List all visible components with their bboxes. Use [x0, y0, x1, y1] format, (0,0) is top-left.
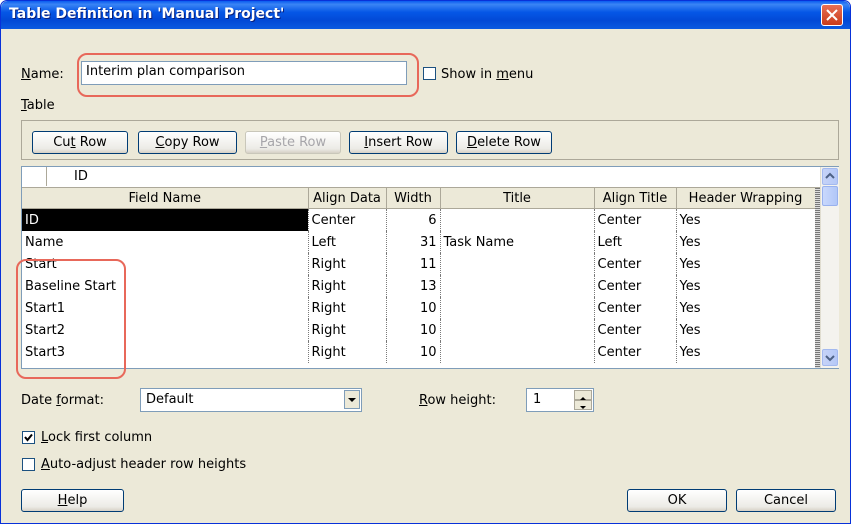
dropdown-arrow-icon [348, 398, 356, 402]
ok-button[interactable]: OK [627, 489, 727, 512]
table-row[interactable]: ID Center 6 Center Yes [22, 208, 816, 231]
field-table: Field Name Align Data Width Title Align … [22, 188, 816, 363]
auto-adjust-checkbox[interactable] [22, 458, 35, 471]
cell-edit-input[interactable] [46, 167, 818, 186]
width-cell[interactable]: 11 [386, 253, 441, 275]
align-data-cell[interactable]: Right [308, 319, 387, 341]
date-format-label: Date format: [21, 393, 104, 408]
align-title-cell[interactable]: Center [594, 208, 677, 231]
row-height-up-button[interactable] [574, 390, 592, 400]
field-name-cell[interactable]: ID [22, 208, 309, 231]
align-data-cell[interactable]: Left [308, 231, 387, 253]
title-cell[interactable] [440, 253, 595, 275]
vertical-scrollbar[interactable] [820, 167, 839, 368]
field-grid: ID Field Name Align Data Width Title Ali… [21, 166, 839, 369]
header-wrapping-cell[interactable]: Yes [676, 319, 816, 341]
chevron-down-icon [825, 355, 835, 362]
title-cell[interactable] [440, 341, 595, 363]
align-title-cell[interactable]: Center [594, 275, 677, 297]
width-cell[interactable]: 6 [386, 208, 441, 231]
row-height-label: Row height: [419, 393, 496, 408]
show-in-menu-checkbox[interactable] [423, 67, 436, 80]
width-cell[interactable]: 10 [386, 319, 441, 341]
cell-edit-value: ID [74, 169, 88, 184]
lock-first-column-label: Lock first column [41, 430, 153, 445]
align-title-cell[interactable]: Center [594, 319, 677, 341]
show-in-menu-label: Show in menu [441, 67, 534, 82]
header-wrapping-cell[interactable]: Yes [676, 275, 816, 297]
lock-first-column-checkbox[interactable] [22, 431, 35, 444]
table-row[interactable]: Baseline Start Right 13 Center Yes [22, 275, 816, 297]
align-title-cell[interactable]: Center [594, 297, 677, 319]
cancel-button[interactable]: Cancel [736, 489, 836, 512]
close-icon [826, 9, 838, 21]
column-header-align-title[interactable]: Align Title [594, 188, 677, 209]
help-button[interactable]: Help [21, 489, 124, 512]
column-header-title[interactable]: Title [440, 188, 595, 209]
align-data-cell[interactable]: Right [308, 341, 387, 363]
table-section-label: Table [21, 98, 55, 113]
header-wrapping-cell[interactable]: Yes [676, 208, 816, 231]
align-data-cell[interactable]: Right [308, 275, 387, 297]
date-format-value: Default [146, 392, 194, 407]
column-header-width[interactable]: Width [386, 188, 441, 209]
scroll-up-button[interactable] [822, 168, 838, 185]
title-cell[interactable]: Task Name [440, 231, 595, 253]
table-definition-dialog: Table Definition in 'Manual Project' Nam… [0, 0, 851, 524]
table-header-row: Field Name Align Data Width Title Align … [22, 188, 816, 209]
column-header-field-name[interactable]: Field Name [22, 188, 309, 209]
auto-adjust-label: Auto-adjust header row heights [41, 457, 247, 472]
name-label: Name: [21, 67, 64, 82]
window-title: Table Definition in 'Manual Project' [9, 6, 285, 22]
title-cell[interactable] [440, 297, 595, 319]
align-data-cell[interactable]: Right [308, 253, 387, 275]
width-cell[interactable]: 31 [386, 231, 441, 253]
row-height-down-button[interactable] [574, 400, 592, 410]
cut-row-button[interactable]: Cut Row [32, 131, 128, 154]
title-cell[interactable] [440, 208, 595, 231]
close-button[interactable] [821, 4, 843, 26]
title-cell[interactable] [440, 319, 595, 341]
header-wrapping-cell[interactable]: Yes [676, 253, 816, 275]
start-fields-highlight-annotation [16, 259, 126, 379]
cell-edit-bar: ID [22, 167, 820, 188]
table-row[interactable]: Start3 Right 10 Center Yes [22, 341, 816, 363]
checkmark-icon [24, 433, 33, 442]
scroll-thumb[interactable] [822, 186, 838, 206]
align-data-cell[interactable]: Center [308, 208, 387, 231]
align-title-cell[interactable]: Center [594, 341, 677, 363]
align-title-cell[interactable]: Center [594, 253, 677, 275]
paste-row-button[interactable]: Paste Row [245, 131, 341, 154]
date-format-dropdown[interactable]: Default [140, 388, 362, 412]
name-highlight-annotation [77, 53, 419, 97]
title-bar[interactable]: Table Definition in 'Manual Project' [1, 1, 850, 29]
header-wrapping-cell[interactable]: Yes [676, 231, 816, 253]
row-height-value: 1 [533, 392, 542, 407]
spin-down-icon [580, 406, 586, 409]
width-cell[interactable]: 13 [386, 275, 441, 297]
table-row[interactable]: Start1 Right 10 Center Yes [22, 297, 816, 319]
table-row[interactable]: Start Right 11 Center Yes [22, 253, 816, 275]
table-row[interactable]: Start2 Right 10 Center Yes [22, 319, 816, 341]
align-title-cell[interactable]: Left [594, 231, 677, 253]
delete-row-button[interactable]: Delete Row [456, 131, 552, 154]
column-header-align-data[interactable]: Align Data [308, 188, 387, 209]
width-cell[interactable]: 10 [386, 341, 441, 363]
date-format-dropdown-button[interactable] [344, 390, 360, 409]
insert-row-button[interactable]: Insert Row [349, 131, 448, 154]
column-header-header-wrapping[interactable]: Header Wrapping [676, 188, 816, 209]
title-cell[interactable] [440, 275, 595, 297]
align-data-cell[interactable]: Right [308, 297, 387, 319]
scroll-down-button[interactable] [822, 349, 838, 366]
table-row[interactable]: Name Left 31 Task Name Left Yes [22, 231, 816, 253]
header-wrapping-cell[interactable]: Yes [676, 297, 816, 319]
chevron-up-icon [825, 172, 835, 179]
width-cell[interactable]: 10 [386, 297, 441, 319]
field-name-cell[interactable]: Name [22, 231, 309, 253]
row-height-spinner[interactable]: 1 [526, 388, 594, 412]
copy-row-button[interactable]: Copy Row [138, 131, 237, 154]
header-wrapping-cell[interactable]: Yes [676, 341, 816, 363]
